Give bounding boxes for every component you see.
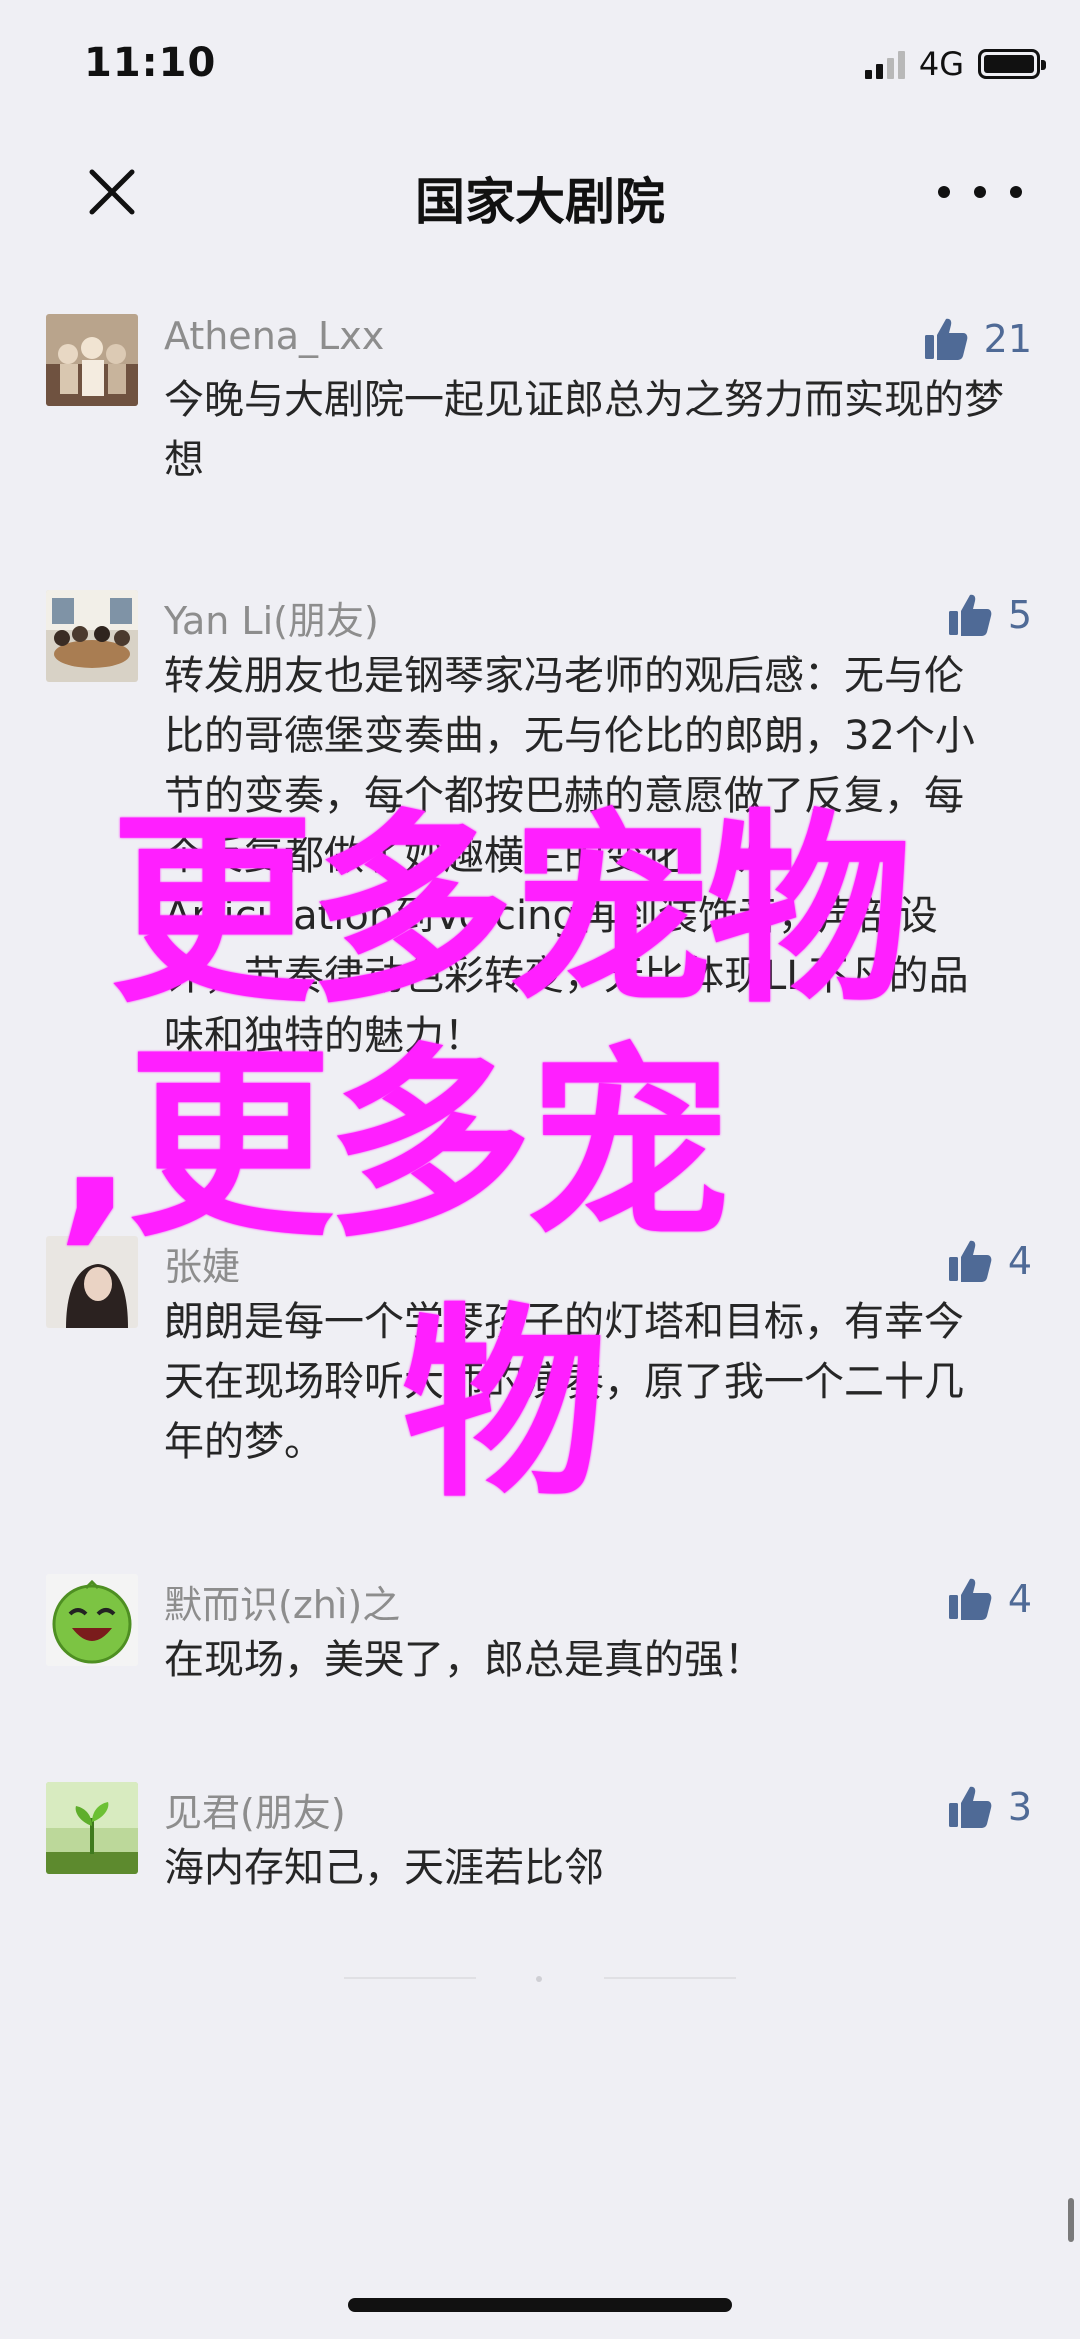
comment-author[interactable]: Athena_Lxx xyxy=(164,314,384,358)
like-count: 5 xyxy=(1007,593,1032,637)
comment-author[interactable]: 张婕 xyxy=(164,1236,240,1291)
article-comments-page: 11:10 4G 国家大剧院 Athena_Lxx 今晚与大剧院一起见证郎总为之… xyxy=(0,0,1080,2339)
nav-bar: 国家大剧院 xyxy=(0,130,1080,254)
comment-text: 今晚与大剧院一起见证郎总为之努力而实现的梦想 xyxy=(164,377,1004,483)
thumb-up-icon xyxy=(948,594,992,636)
battery-icon xyxy=(978,49,1046,79)
thumb-up-icon xyxy=(948,1786,992,1828)
signal-icon xyxy=(864,49,909,79)
status-bar: 11:10 4G xyxy=(0,0,1080,130)
avatar[interactable] xyxy=(46,314,138,406)
like-count: 21 xyxy=(983,317,1032,361)
like-count: 4 xyxy=(1007,1239,1032,1283)
like-button[interactable]: 5 xyxy=(946,590,1032,640)
like-count: 4 xyxy=(1007,1577,1032,1621)
thumb-up-icon xyxy=(924,318,968,360)
comment-text: 海内存知己，天涯若比邻 xyxy=(164,1845,604,1891)
more-button[interactable] xyxy=(938,162,1022,222)
avatar[interactable] xyxy=(46,1574,138,1666)
more-icon-dot xyxy=(974,186,986,198)
thumb-up-icon xyxy=(948,1240,992,1282)
more-icon-dot xyxy=(938,186,950,198)
like-button[interactable]: 21 xyxy=(922,314,1032,364)
like-button[interactable]: 4 xyxy=(946,1236,1032,1286)
more-icon-dot xyxy=(1010,186,1022,198)
comment-text: 转发朋友也是钢琴家冯老师的观后感：无与伦比的哥德堡变奏曲，无与伦比的郎朗，32个… xyxy=(164,653,975,1059)
home-indicator[interactable] xyxy=(348,2298,732,2312)
page-title: 国家大剧院 xyxy=(415,173,665,231)
watermark-line-2: ,更多宠 xyxy=(56,1027,731,1265)
like-button[interactable]: 3 xyxy=(946,1782,1032,1832)
thumb-up-icon xyxy=(948,1578,992,1620)
network-label: 4G xyxy=(918,45,964,83)
comment-text: 朗朗是每一个学琴孩子的灯塔和目标，有幸今天在现场聆听大师的演奏，原了我一个二十几… xyxy=(164,1299,964,1465)
like-count: 3 xyxy=(1007,1785,1032,1829)
like-button[interactable]: 4 xyxy=(946,1574,1032,1624)
comment-author[interactable]: 默而识(zhì)之 xyxy=(164,1574,400,1629)
list-end-divider xyxy=(344,1976,736,1982)
avatar[interactable] xyxy=(46,590,138,682)
status-time: 11:10 xyxy=(84,40,217,86)
comment-author[interactable]: 见君(朋友) xyxy=(164,1782,346,1837)
comment-text: 在现场，美哭了，郎总是真的强！ xyxy=(164,1637,764,1683)
avatar[interactable] xyxy=(46,1236,138,1328)
comment-author[interactable]: Yan Li(朋友) xyxy=(164,590,379,645)
avatar[interactable] xyxy=(46,1782,138,1874)
scrollbar[interactable] xyxy=(1068,2198,1074,2242)
status-indicators: 4G xyxy=(864,44,1046,84)
